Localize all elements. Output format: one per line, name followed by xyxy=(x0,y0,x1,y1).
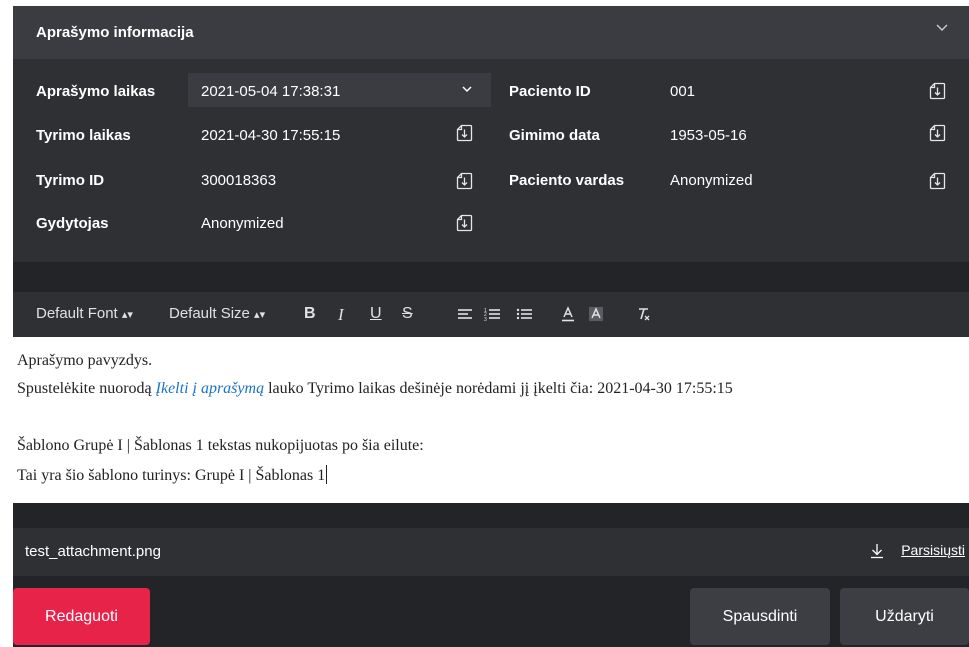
text-editor[interactable]: Aprašymo pavyzdys. Spustelėkite nuorodą … xyxy=(13,337,969,503)
patient-name-value: Anonymized xyxy=(670,172,753,189)
close-button[interactable]: Uždaryti xyxy=(840,588,969,645)
editor-line: Spustelėkite nuorodą Įkelti į aprašymą l… xyxy=(17,380,733,398)
doctor-label: Gydytojas xyxy=(36,215,109,232)
chevron-down-icon[interactable] xyxy=(461,83,473,95)
download-icon[interactable] xyxy=(870,543,884,559)
ordered-list-icon[interactable]: 1 2 3 xyxy=(484,306,501,322)
font-size-label: Default Size xyxy=(169,305,250,322)
editor-toolbar: Default Font ▴▾ Default Size ▴▾ B I U S … xyxy=(13,292,969,337)
text-caret xyxy=(326,465,328,484)
align-icon[interactable] xyxy=(457,306,473,322)
spacer xyxy=(13,503,969,528)
italic-button[interactable]: I xyxy=(338,305,344,325)
editor-line: Aprašymo pavyzdys. xyxy=(17,352,153,369)
birth-date-value: 1953-05-16 xyxy=(670,127,747,144)
insert-icon[interactable] xyxy=(929,82,946,100)
clear-format-icon[interactable] xyxy=(635,306,651,322)
insert-icon[interactable] xyxy=(456,124,473,142)
study-time-value: 2021-04-30 17:55:15 xyxy=(201,127,341,144)
spacer xyxy=(13,262,969,292)
section-header[interactable]: Aprašymo informacija xyxy=(13,6,969,59)
text-color-icon[interactable] xyxy=(560,306,576,322)
description-time-label: Aprašymo laikas xyxy=(36,83,156,100)
study-id-value: 300018363 xyxy=(201,172,277,189)
highlight-color-icon[interactable] xyxy=(588,306,604,322)
attachment-filename: test_attachment.png xyxy=(25,543,161,560)
font-family-select[interactable]: Default Font ▴▾ xyxy=(36,305,133,322)
editor-text: lauko Tyrimo laikas dešinėje norėdami jį… xyxy=(264,380,733,397)
left-strip xyxy=(0,0,13,647)
updown-icon: ▴▾ xyxy=(121,309,133,321)
chevron-down-icon[interactable] xyxy=(935,20,949,34)
patient-id-label: Paciento ID xyxy=(509,83,591,100)
insert-icon[interactable] xyxy=(456,172,473,190)
strikethrough-button[interactable]: S xyxy=(402,305,413,323)
doctor-value: Anonymized xyxy=(201,215,284,232)
underline-button[interactable]: U xyxy=(370,305,382,323)
attachment-row: test_attachment.png Parsisiųsti xyxy=(13,528,969,576)
print-button[interactable]: Spausdinti xyxy=(690,588,830,645)
edit-button[interactable]: Redaguoti xyxy=(13,588,150,645)
insert-icon[interactable] xyxy=(929,172,946,190)
updown-icon: ▴▾ xyxy=(254,309,266,321)
insert-link[interactable]: Įkelti į aprašymą xyxy=(156,380,264,397)
insert-icon[interactable] xyxy=(929,124,946,142)
svg-text:3: 3 xyxy=(484,317,487,322)
info-panel xyxy=(13,59,969,262)
bullet-list-icon[interactable] xyxy=(516,306,533,322)
download-link[interactable]: Parsisiųsti xyxy=(901,542,965,558)
insert-icon[interactable] xyxy=(456,214,473,232)
editor-line: Tai yra šio šablono turinys: Grupė I | Š… xyxy=(17,465,328,485)
patient-name-label: Paciento vardas xyxy=(509,172,625,189)
font-size-select[interactable]: Default Size ▴▾ xyxy=(169,305,265,322)
section-title: Aprašymo informacija xyxy=(36,24,194,41)
editor-text: Spustelėkite nuorodą xyxy=(17,380,156,397)
description-time-value[interactable]: 2021-05-04 17:38:31 xyxy=(201,83,340,100)
study-id-label: Tyrimo ID xyxy=(36,172,105,189)
study-time-label: Tyrimo laikas xyxy=(36,127,131,144)
patient-id-value: 001 xyxy=(670,83,696,100)
bold-button[interactable]: B xyxy=(304,305,316,323)
font-family-label: Default Font xyxy=(36,305,118,322)
editor-text: Tai yra šio šablono turinys: Grupė I | Š… xyxy=(17,467,326,484)
editor-line: Šablono Grupė I | Šablonas 1 tekstas nuk… xyxy=(17,437,424,454)
birth-date-label: Gimimo data xyxy=(509,127,600,144)
